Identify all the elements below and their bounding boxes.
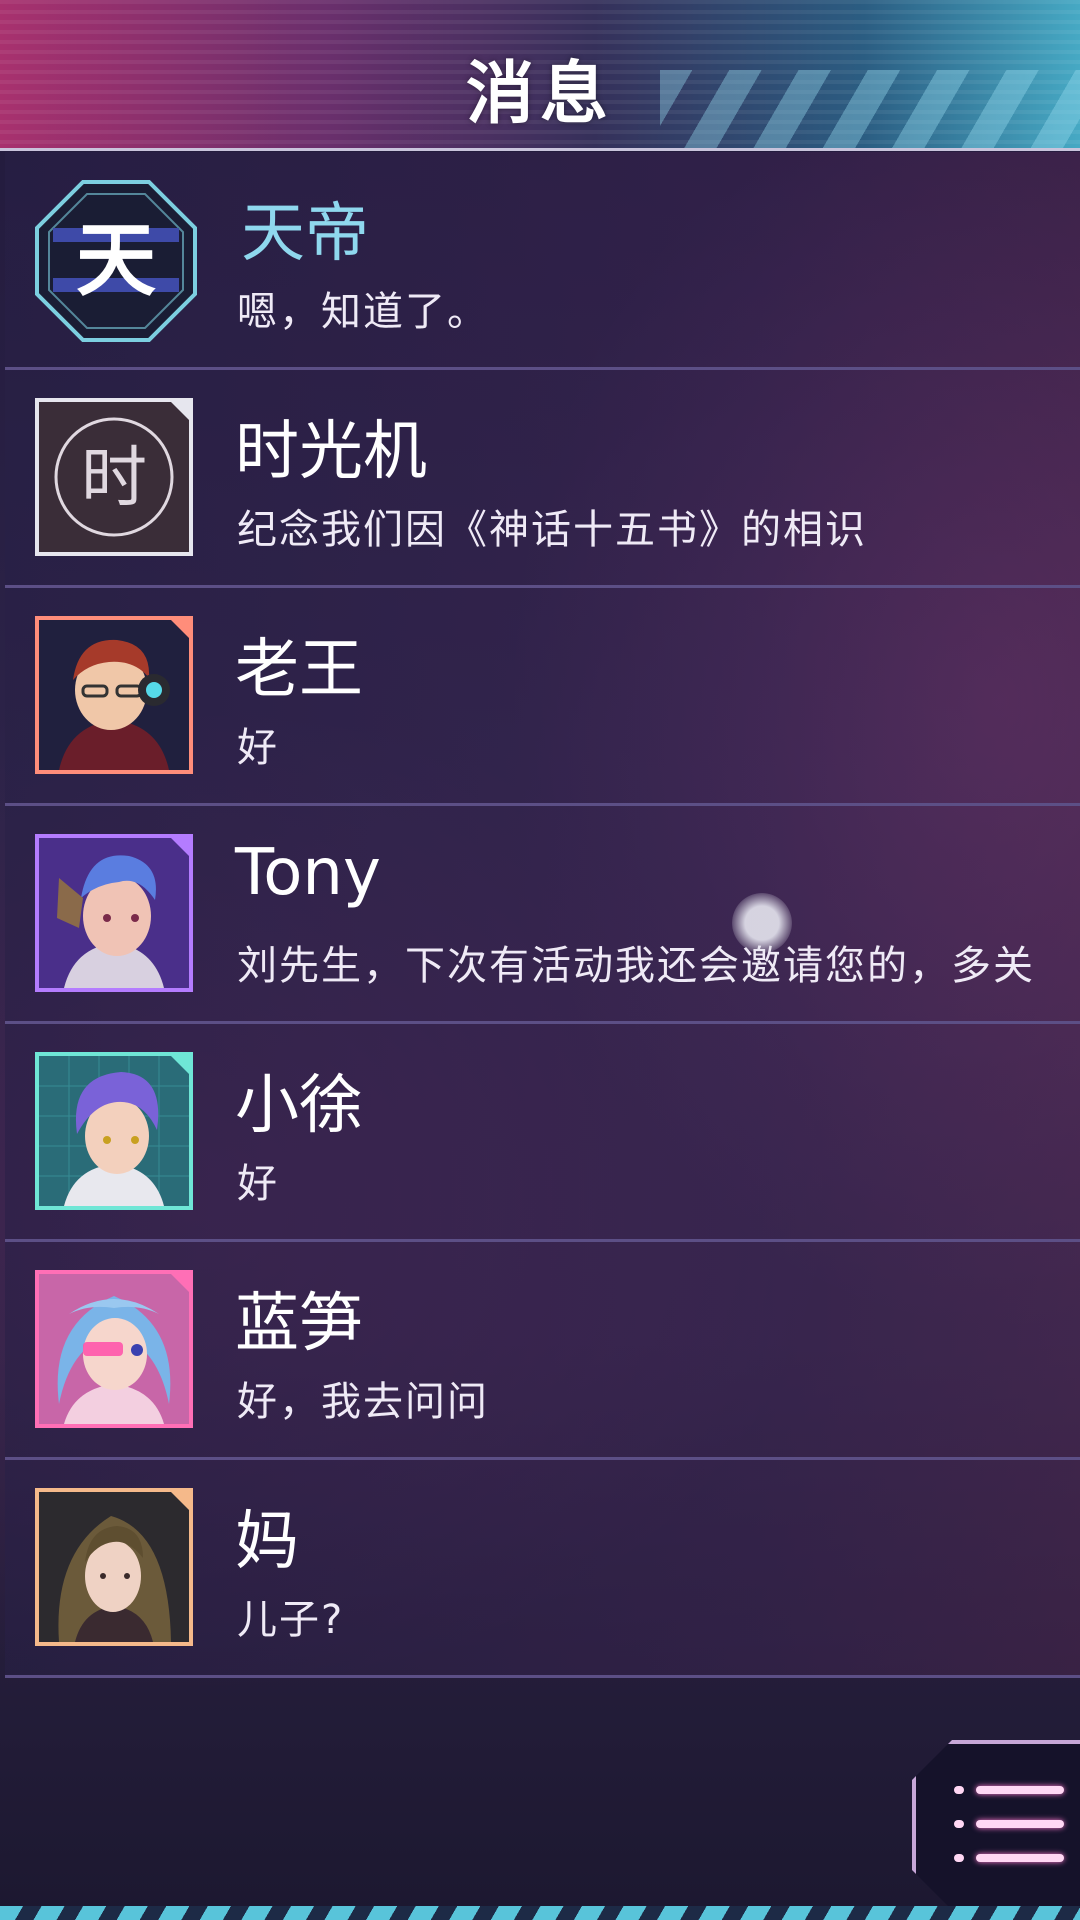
- bottom-decoration: [0, 1906, 1080, 1920]
- laowang-avatar: [35, 616, 193, 774]
- conversation-last-message: 刘先生，下次有活动我还会邀请您的，多关: [237, 943, 1035, 989]
- conversation-item-mom[interactable]: 妈 儿子?: [5, 1460, 1080, 1678]
- conversation-last-message: 儿子?: [237, 1597, 345, 1643]
- mom-avatar: [35, 1488, 193, 1646]
- conversation-name: 妈: [235, 1505, 299, 1579]
- xiaoxu-avatar: [35, 1052, 193, 1210]
- lansun-avatar: [35, 1270, 193, 1428]
- menu-button[interactable]: [912, 1740, 1080, 1910]
- conversation-list: 天 天帝 嗯，知道了。 时 时光机 纪念我们因《神话十五书》的相识 老王 好 T…: [5, 152, 1080, 1678]
- conversation-name: 小徐: [235, 1069, 363, 1143]
- conversation-item-lansun[interactable]: 蓝笋 好，我去问问: [5, 1242, 1080, 1460]
- conversation-last-message: 纪念我们因《神话十五书》的相识: [237, 507, 867, 553]
- conversation-name: 老王: [235, 633, 363, 707]
- conversation-item-tony[interactable]: Tony 刘先生，下次有活动我还会邀请您的，多关: [5, 806, 1080, 1024]
- conversation-name: 蓝笋: [235, 1287, 363, 1361]
- svg-text:时: 时: [81, 442, 147, 515]
- touch-indicator: [732, 893, 792, 953]
- conversation-name: Tony: [235, 836, 381, 910]
- conversation-item-tiandi[interactable]: 天 天帝 嗯，知道了。: [5, 152, 1080, 370]
- menu-list-icon: [954, 1786, 1064, 1888]
- page-title: 消息: [465, 55, 614, 134]
- conversation-last-message: 好: [237, 1161, 279, 1207]
- conversation-name: 天帝: [241, 197, 369, 271]
- time-machine-logo-icon: 时: [35, 398, 193, 556]
- conversation-item-xiaoxu[interactable]: 小徐 好: [5, 1024, 1080, 1242]
- conversation-item-laowang[interactable]: 老王 好: [5, 588, 1080, 806]
- conversation-name: 时光机: [235, 415, 427, 489]
- svg-text:天: 天: [76, 216, 156, 305]
- tony-avatar: [35, 834, 193, 992]
- conversation-last-message: 嗯，知道了。: [237, 289, 489, 335]
- conversation-item-time-machine[interactable]: 时 时光机 纪念我们因《神话十五书》的相识: [5, 370, 1080, 588]
- conversation-last-message: 好，我去问问: [237, 1379, 489, 1425]
- header-bar: 消息: [0, 0, 1080, 151]
- tiandi-logo-icon: 天: [35, 180, 197, 342]
- conversation-last-message: 好: [237, 725, 279, 771]
